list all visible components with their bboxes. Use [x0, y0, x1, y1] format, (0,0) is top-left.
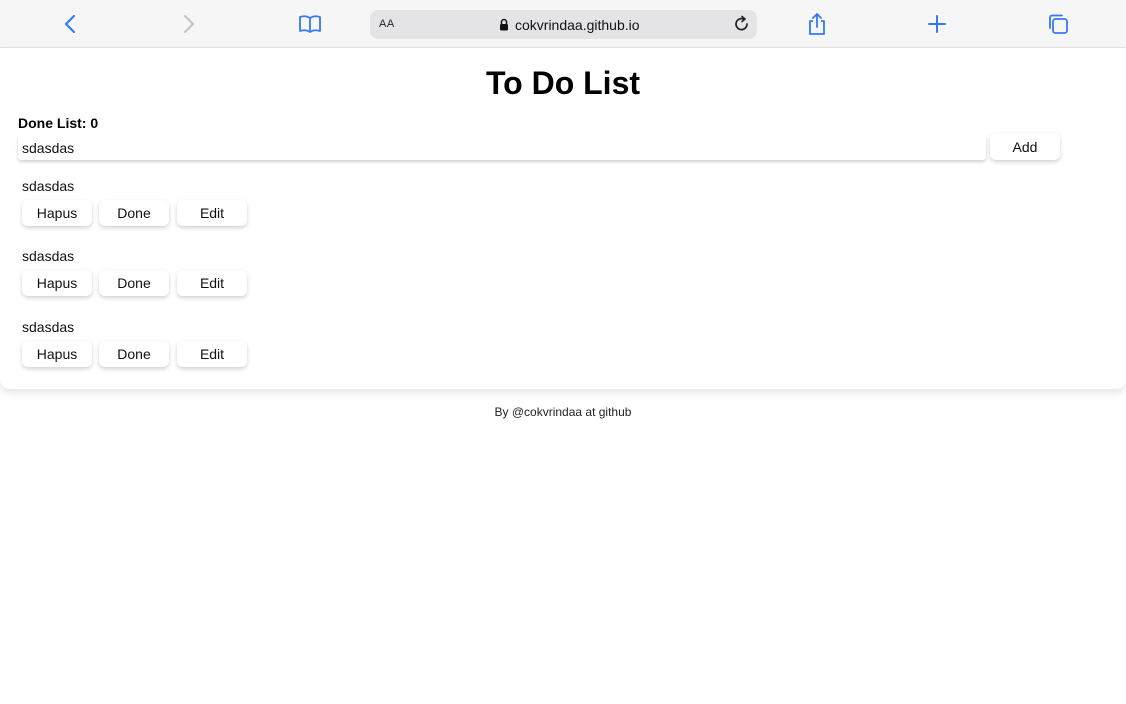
lock-icon — [499, 18, 509, 36]
reader-aa-button[interactable]: AA — [379, 18, 395, 30]
bookmarks-icon[interactable] — [296, 10, 324, 38]
todo-input[interactable] — [18, 135, 986, 160]
url-text: cokvrindaa.github.io — [515, 17, 640, 33]
browser-toolbar: AA cokvrindaa.github.io — [0, 0, 1126, 48]
delete-button[interactable]: Hapus — [22, 270, 92, 296]
edit-button[interactable]: Edit — [177, 341, 247, 367]
new-tab-icon[interactable] — [923, 10, 951, 38]
list-item: sdasdas Hapus Done Edit — [22, 319, 262, 379]
reload-icon[interactable] — [733, 15, 751, 38]
delete-button[interactable]: Hapus — [22, 341, 92, 367]
edit-button[interactable]: Edit — [177, 200, 247, 226]
todo-card: To Do List Done List: 0 Add sdasdas Hapu… — [0, 48, 1126, 389]
done-button[interactable]: Done — [99, 200, 169, 226]
share-icon[interactable] — [803, 10, 831, 38]
page-title: To Do List — [485, 65, 641, 101]
footer-credit: By @cokvrindaa at github — [494, 405, 632, 419]
tabs-icon[interactable] — [1044, 10, 1072, 38]
delete-button[interactable]: Hapus — [22, 200, 92, 226]
forward-icon[interactable] — [175, 10, 203, 38]
add-button[interactable]: Add — [990, 133, 1060, 160]
list-item: sdasdas Hapus Done Edit — [22, 178, 262, 238]
item-text: sdasdas — [22, 319, 75, 335]
done-button[interactable]: Done — [99, 270, 169, 296]
back-icon[interactable] — [56, 10, 84, 38]
edit-button[interactable]: Edit — [177, 270, 247, 296]
item-text: sdasdas — [22, 248, 75, 264]
item-text: sdasdas — [22, 178, 75, 194]
list-item: sdasdas Hapus Done Edit — [22, 248, 262, 308]
address-bar[interactable]: AA cokvrindaa.github.io — [370, 10, 757, 39]
done-button[interactable]: Done — [99, 341, 169, 367]
done-count: Done List: 0 — [18, 115, 99, 131]
